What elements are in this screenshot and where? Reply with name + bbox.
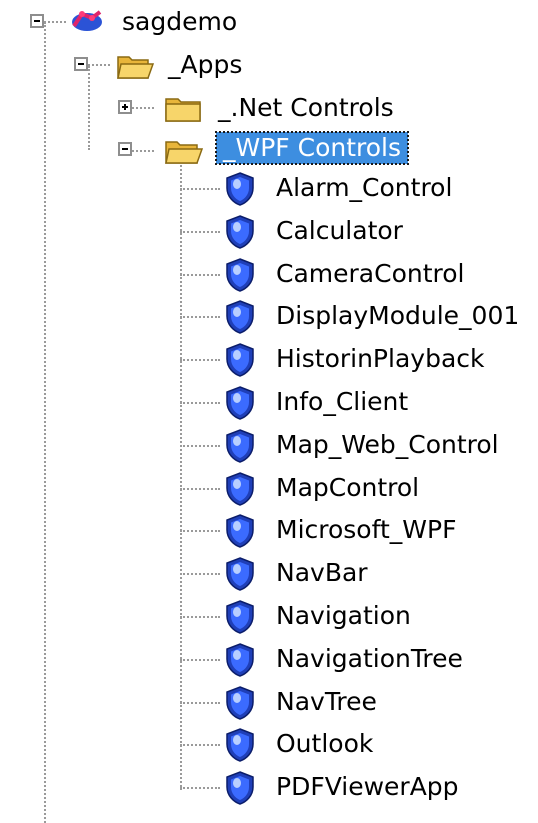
shield-app-icon	[224, 471, 256, 511]
shield-app-icon	[224, 257, 256, 297]
shield-app-icon	[224, 642, 256, 682]
tree-view: sagdemo _Apps _.Net Controls _WPF Contro…	[0, 0, 538, 823]
tree-node-label: sagdemo	[122, 7, 238, 36]
shield-app-icon	[224, 685, 256, 725]
list-item[interactable]: Info_Client	[220, 382, 538, 422]
list-item[interactable]: PDFViewerApp	[220, 767, 538, 807]
tree-node-label: Alarm_Control	[276, 173, 453, 202]
list-item[interactable]: NavBar	[220, 553, 538, 593]
expand-toggle[interactable]	[118, 100, 132, 114]
tree-connector	[180, 316, 220, 318]
tree-connector	[180, 573, 220, 575]
list-item[interactable]: HistorinPlayback	[220, 339, 538, 379]
tree-node-label: PDFViewerApp	[276, 772, 459, 801]
list-item[interactable]: NavigationTree	[220, 639, 538, 679]
shield-app-icon	[224, 171, 256, 211]
list-item[interactable]: DisplayModule_001	[220, 296, 538, 336]
tree-node-label: Outlook	[276, 729, 374, 758]
tree-node-label: NavBar	[276, 558, 368, 587]
tree-node-label: MapControl	[276, 473, 420, 502]
tree-node-label: Microsoft_WPF	[276, 515, 457, 544]
tree-node-label: NavigationTree	[276, 644, 463, 673]
folder-open-icon	[116, 51, 155, 85]
network-root-icon	[70, 6, 104, 42]
tree-node-label: Info_Client	[276, 387, 409, 416]
tree-connector	[180, 231, 220, 233]
shield-app-icon	[224, 299, 256, 339]
list-item[interactable]: CameraControl	[220, 254, 538, 294]
shield-app-icon	[224, 556, 256, 596]
shield-app-icon	[224, 385, 256, 425]
tree-node-root[interactable]: sagdemo	[24, 2, 244, 42]
tree-node-label: HistorinPlayback	[276, 344, 485, 373]
tree-node-label: Map_Web_Control	[276, 430, 499, 459]
shield-app-icon	[224, 342, 256, 382]
tree-node-label: Calculator	[276, 216, 403, 245]
collapse-toggle[interactable]	[118, 142, 132, 156]
tree-connector	[180, 150, 182, 790]
list-item[interactable]: Navigation	[220, 596, 538, 636]
tree-connector	[180, 616, 220, 618]
tree-connector	[180, 702, 220, 704]
tree-connector	[180, 274, 220, 276]
collapse-toggle[interactable]	[30, 14, 44, 28]
list-item[interactable]: Map_Web_Control	[220, 425, 538, 465]
shield-app-icon	[224, 428, 256, 468]
tree-node-label-selected: _WPF Controls	[214, 131, 410, 165]
list-item[interactable]: Alarm_Control	[220, 168, 538, 208]
folder-open-icon	[164, 136, 204, 170]
tree-connector	[180, 659, 220, 661]
list-item[interactable]: Microsoft_WPF	[220, 510, 538, 550]
shield-app-icon	[224, 513, 256, 553]
shield-app-icon	[224, 770, 256, 810]
tree-node-net-controls[interactable]: _.Net Controls	[112, 88, 432, 128]
tree-connector	[180, 402, 220, 404]
tree-node-label: _Apps	[168, 50, 243, 79]
collapse-toggle[interactable]	[74, 57, 88, 71]
tree-connector	[180, 744, 220, 746]
tree-node-label: DisplayModule_001	[276, 301, 520, 330]
list-item[interactable]: MapControl	[220, 468, 538, 508]
list-item[interactable]: NavTree	[220, 682, 538, 722]
tree-connector	[180, 488, 220, 490]
tree-connector	[180, 445, 220, 447]
shield-app-icon	[224, 599, 256, 639]
tree-node-label: NavTree	[276, 687, 377, 716]
tree-connector	[44, 22, 46, 823]
tree-node-wpf-controls[interactable]: _WPF Controls	[112, 130, 472, 170]
tree-connector	[180, 188, 220, 190]
tree-connector	[180, 787, 220, 789]
shield-app-icon	[224, 727, 256, 767]
folder-closed-icon	[164, 94, 204, 128]
tree-node-apps[interactable]: _Apps	[68, 45, 288, 85]
tree-node-label: Navigation	[276, 601, 411, 630]
tree-connector	[180, 530, 220, 532]
shield-app-icon	[224, 214, 256, 254]
tree-connector	[180, 359, 220, 361]
list-item[interactable]: Outlook	[220, 724, 538, 764]
list-item[interactable]: Calculator	[220, 211, 538, 251]
tree-node-label: CameraControl	[276, 259, 465, 288]
tree-node-label: _.Net Controls	[218, 93, 394, 122]
